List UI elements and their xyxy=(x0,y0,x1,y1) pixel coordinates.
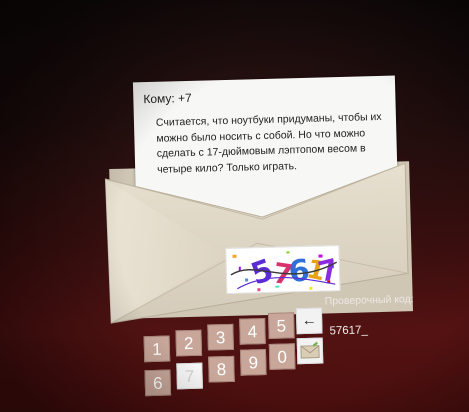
recipient-label: Кому: +7 xyxy=(143,90,192,107)
sms-envelope-scene: Кому: +7 Считается, что ноутбуки придума… xyxy=(0,0,469,412)
verification-code-value[interactable]: 57617_ xyxy=(329,324,368,337)
letter-card: Кому: +7 Считается, что ноутбуки придума… xyxy=(132,75,399,233)
envelope-icon xyxy=(300,341,320,359)
captcha-digits: 57617 xyxy=(256,252,340,287)
key-9[interactable]: 9 xyxy=(239,349,267,376)
arrow-left-icon: ← xyxy=(301,311,317,330)
backspace-key[interactable]: ← xyxy=(295,307,323,335)
key-7-selected[interactable]: 7 xyxy=(176,362,203,390)
key-0[interactable]: 0 xyxy=(268,343,296,370)
key-8[interactable]: 8 xyxy=(208,355,235,383)
letter-message: Считается, что ноутбуки придуманы, чтобы… xyxy=(155,110,382,176)
verification-code-label: Проверочный код: xyxy=(324,293,414,308)
key-6[interactable]: 6 xyxy=(144,369,172,397)
captcha-image: 5 7 6 1 7 57617 xyxy=(225,245,341,295)
key-4[interactable]: 4 xyxy=(239,318,266,345)
key-3[interactable]: 3 xyxy=(207,323,234,351)
tv-screen: Кому: +7 Считается, что ноутбуки придума… xyxy=(0,0,469,412)
send-key[interactable] xyxy=(296,337,324,365)
key-2[interactable]: 2 xyxy=(175,329,203,357)
key-5[interactable]: 5 xyxy=(267,312,295,339)
key-1[interactable]: 1 xyxy=(143,335,171,363)
